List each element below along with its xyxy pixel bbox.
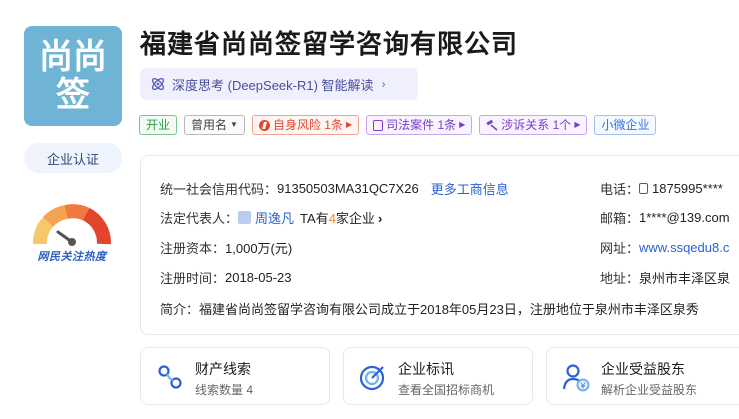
avatar [238,211,252,224]
self-risk-tag[interactable]: 自身风险 1条 ▶ [251,115,360,135]
logo-text: 尚尚签 [39,37,107,115]
cert-label: 企业认证 [46,151,99,167]
website-row: 网址： www.ssqedu8.c [600,238,729,257]
website-link[interactable]: www.ssqedu8.c [639,240,729,255]
svg-text:¥: ¥ [580,382,585,391]
gavel-icon [486,119,498,131]
property-clues-card[interactable]: 财产线索 线索数量 4 [140,347,330,405]
litigation-text: 涉诉关系 1个 [501,118,572,132]
legal-rep-link[interactable]: 周逸凡 [255,208,294,227]
ai-label: 深度思考 (DeepSeek-R1) 智能解读 [172,77,374,93]
credit-code-label: 统一社会信用代码： [160,182,278,197]
chevron-right-icon: › [377,211,383,226]
phone-label: 电话： [600,182,640,197]
feature-title: 财产线索 [195,361,251,377]
link-clues-icon [158,365,182,389]
website-label: 网址： [600,241,640,256]
email-row: 邮箱： 1****@139.com [600,208,730,227]
feature-subtitle: 线索数量 4 [195,383,254,397]
capital-row: 注册资本： 1,000万(元) [160,238,292,257]
phone-icon [639,183,649,194]
company-name: 福建省尚尚签留学咨询有限公司 [140,30,519,60]
intro-label: 简介： [160,302,200,317]
judicial-text: 司法案件 1条 [386,118,457,132]
enterprise-certification-button[interactable]: 企业认证 [24,143,122,173]
credit-code-value: 91350503MA31QC7X26 [277,181,419,196]
caret-right-icon: ▶ [574,120,581,129]
bidding-info-card[interactable]: 企业标讯 查看全国招标商机 [343,347,533,405]
beneficial-shareholder-card[interactable]: ¥ 企业受益股东 解析企业受益股东 [546,347,739,405]
company-logo: 尚尚签 [24,26,122,126]
phone-row: 电话： 1875995**** [600,179,723,198]
document-icon [373,119,384,131]
capital-value: 1,000万(元) [225,241,293,256]
email-value: 1****@139.com [639,210,730,225]
former-name-text: 曾用名 [191,118,228,132]
more-business-info-link[interactable]: 更多工商信息 [431,179,509,198]
caret-right-icon: ▶ [459,120,466,129]
atom-icon [151,77,165,91]
credit-code-row: 统一社会信用代码： 91350503MA31QC7X26 更多工商信息 [160,179,509,198]
chevron-right-icon: › [381,77,386,91]
scale-badge: 小微企业 [594,115,657,135]
business-info-card: 统一社会信用代码： 91350503MA31QC7X26 更多工商信息 法定代表… [140,155,739,335]
former-name-dropdown[interactable]: 曾用名 ▼ [184,115,245,135]
ta-prefix: TA有 [300,211,329,226]
litigation-relation-tag[interactable]: 涉诉关系 1个 ▶ [479,115,588,135]
target-icon [359,365,385,391]
address-value: 泉州市丰泽区泉 [639,271,731,286]
feature-subtitle: 查看全国招标商机 [398,383,495,397]
status-text: 开业 [146,118,171,132]
ta-companies-link[interactable]: TA有4家企业 › [300,208,382,227]
feature-subtitle: 解析企业受益股东 [601,383,698,397]
address-label: 地址： [600,271,640,286]
risk-text: 自身风险 1条 [272,118,343,132]
reg-date-row: 注册时间： 2018-05-23 [160,268,292,287]
legal-rep-label: 法定代表人： [160,211,239,226]
phone-value: 1875995**** [652,181,723,196]
intro-row: 简介： 福建省尚尚签留学咨询有限公司成立于2018年05月23日，注册地位于泉州… [160,299,699,318]
risk-icon [258,119,270,131]
heat-label: 网民关注热度 [37,251,107,263]
ta-count: 4 [328,211,336,226]
ai-analysis-button[interactable]: 深度思考 (DeepSeek-R1) 智能解读 › [140,68,418,100]
status-badge: 开业 [139,115,178,135]
legal-rep-row: 法定代表人： 周逸凡 TA有4家企业 › [160,208,382,227]
capital-label: 注册资本： [160,241,226,256]
caret-right-icon: ▶ [345,120,353,129]
reg-date-label: 注册时间： [160,271,226,286]
ta-suffix: 家企业 [335,211,375,226]
judicial-case-tag[interactable]: 司法案件 1条 ▶ [366,115,473,135]
feature-title: 企业受益股东 [601,361,685,377]
tag-row: 开业 曾用名 ▼ 自身风险 1条 ▶ 司法案件 1条 ▶ 涉诉关系 1个 ▶ 小微企业 [139,115,657,135]
email-label: 邮箱： [600,211,640,226]
heat-gauge-icon [33,204,111,246]
shareholder-icon: ¥ [562,364,590,392]
caret-down-icon: ▼ [230,120,238,129]
intro-text: 福建省尚尚签留学咨询有限公司成立于2018年05月23日，注册地位于泉州市丰泽区… [199,302,699,317]
feature-title: 企业标讯 [398,361,454,377]
address-row: 地址： 泉州市丰泽区泉 [600,268,730,287]
reg-date-value: 2018-05-23 [225,270,292,285]
scale-text: 小微企业 [601,118,650,132]
